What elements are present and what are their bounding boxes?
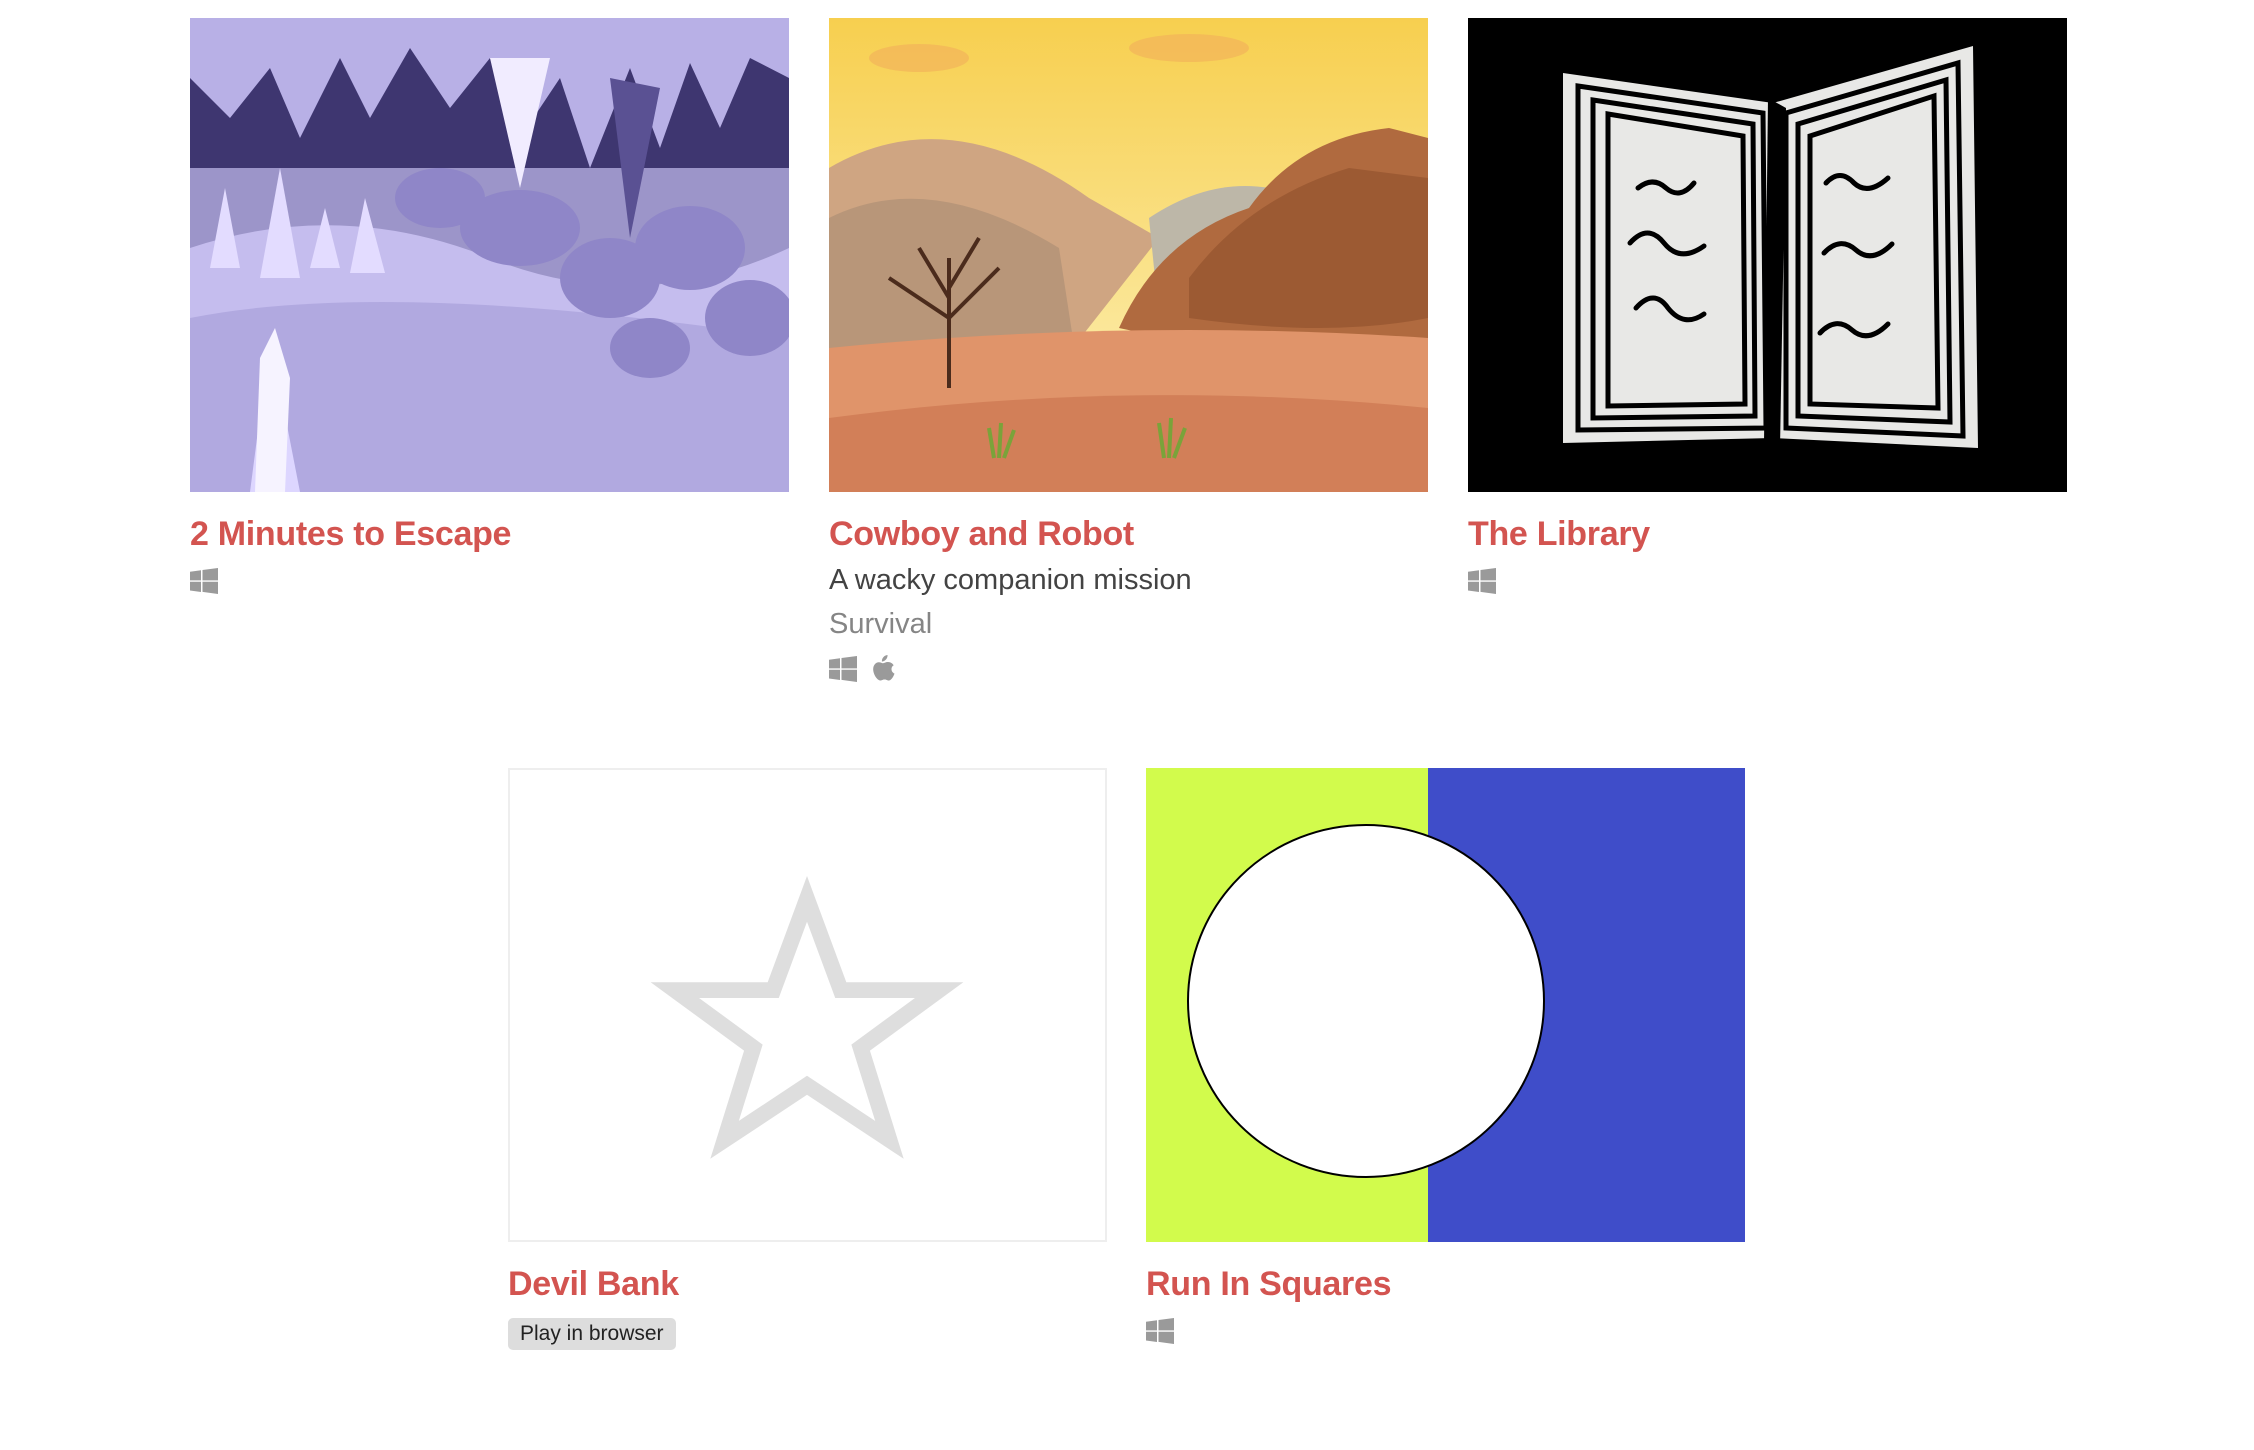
circle-thumbnail-image — [1146, 768, 1745, 1242]
platform-list — [190, 566, 789, 596]
game-genre: Survival — [829, 608, 933, 640]
game-short-text: A wacky companion mission — [829, 564, 1192, 596]
game-thumbnail[interactable] — [1468, 18, 2067, 492]
star-icon — [650, 876, 964, 1159]
game-thumbnail[interactable] — [190, 18, 789, 492]
game-thumbnail[interactable] — [508, 768, 1107, 1242]
thumbnail-placeholder — [650, 876, 964, 1159]
game-cell: Run In Squares — [1146, 768, 1745, 1346]
game-cell: Cowboy and Robot A wacky companion missi… — [829, 18, 1428, 684]
game-title[interactable]: Cowboy and Robot — [829, 514, 1428, 554]
game-cell: 2 Minutes to Escape — [190, 18, 789, 596]
game-title[interactable]: 2 Minutes to Escape — [190, 514, 789, 554]
windows-icon — [1146, 1318, 1174, 1344]
windows-icon — [829, 656, 857, 682]
cave-thumbnail-image — [190, 18, 789, 492]
game-title[interactable]: Run In Squares — [1146, 1264, 1745, 1304]
platform-list — [829, 654, 1428, 684]
platform-list — [1468, 566, 2067, 596]
windows-icon — [190, 568, 218, 594]
play-in-browser-badge[interactable]: Play in browser — [508, 1318, 676, 1350]
book-thumbnail-image — [1468, 18, 2067, 492]
game-thumbnail[interactable] — [829, 18, 1428, 492]
game-title[interactable]: Devil Bank — [508, 1264, 1107, 1304]
game-cell: Devil Bank Play in browser — [508, 768, 1107, 1350]
desert-thumbnail-image — [829, 18, 1428, 492]
windows-icon — [1468, 568, 1496, 594]
platform-list — [1146, 1316, 1745, 1346]
apple-icon — [871, 654, 895, 684]
game-cell: The Library — [1468, 18, 2067, 596]
game-thumbnail[interactable] — [1146, 768, 1745, 1242]
game-title[interactable]: The Library — [1468, 514, 2067, 554]
